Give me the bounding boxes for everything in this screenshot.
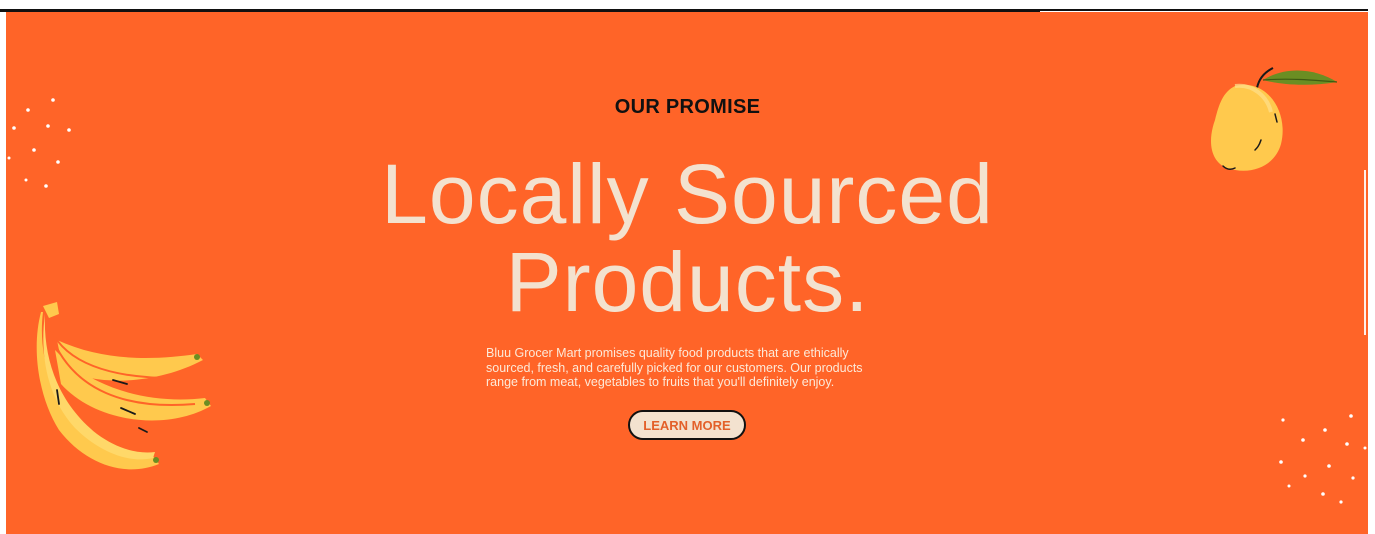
top-border-right [1040, 9, 1368, 11]
banana-icon [36, 302, 211, 470]
section-eyebrow: OUR PROMISE [614, 96, 761, 118]
headline-line-1: Locally Sourced [381, 147, 994, 241]
learn-more-button[interactable]: LEARN MORE [628, 410, 746, 440]
sparkle-dots-bottom-right [1279, 414, 1367, 504]
hero-description: Bluu Grocer Mart promises quality food p… [486, 346, 863, 389]
headline-line-2: Products. [505, 235, 870, 329]
hero-headline: Locally Sourced Products. [0, 150, 1375, 326]
